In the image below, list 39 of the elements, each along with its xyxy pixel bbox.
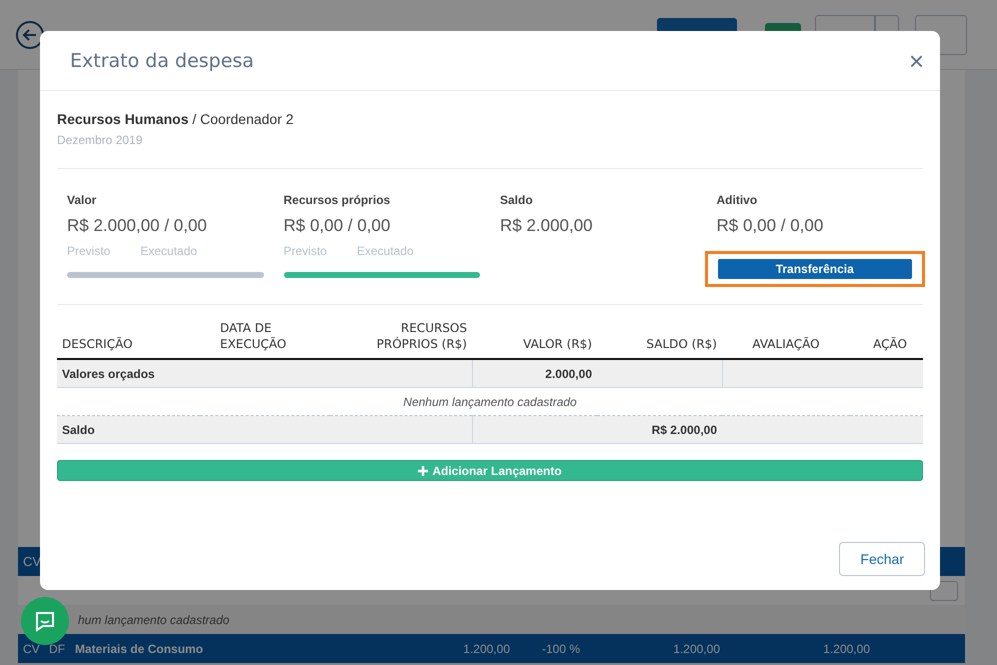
stat-label: Recursos próprios	[284, 193, 390, 207]
stat-label: Valor	[67, 193, 96, 207]
stat-label: Saldo	[500, 193, 533, 207]
column-header: AVALIAÇÃO	[752, 337, 820, 352]
group-code: CV	[23, 642, 41, 656]
empty-message: Nenhum lançamento cadastrado	[403, 394, 577, 409]
stat-label: Aditivo	[716, 193, 758, 207]
table-cell-text: -100 %	[540, 642, 580, 656]
stat-sublabel: Previsto	[284, 244, 327, 258]
stat-amount: R$ 0,00 / 0,00	[716, 216, 824, 236]
table-cell: 2.000,00	[545, 366, 592, 381]
column-header: AÇÃO	[873, 337, 907, 352]
stat-sublabel: Executado	[356, 244, 414, 258]
close-button[interactable]: ×	[904, 48, 928, 74]
column-header: DESCRIÇÃO	[62, 337, 133, 352]
close-dialog-button[interactable]: Fechar	[839, 542, 925, 576]
table-cell-text: 1.200,00	[822, 642, 870, 656]
modal-title: Extrato da despesa	[70, 50, 254, 72]
table-cell: R$ 2.000,00	[652, 422, 717, 437]
row-label: Saldo	[62, 422, 95, 437]
date-label: Dezembro 2019	[57, 133, 142, 147]
stat-sublabel: Executado	[140, 244, 198, 258]
stat-amount: R$ 0,00 / 0,00	[284, 216, 390, 236]
column-header: SALDO (R$)	[646, 337, 717, 352]
group-label: Materiais de Consumo	[75, 642, 204, 656]
transfer-button[interactable]: Transferência	[718, 259, 912, 279]
stat-amount: R$ 2.000,00 / 0,00	[67, 216, 207, 236]
section-code: CV	[23, 554, 42, 569]
table-cell-text: 1.200,00	[462, 642, 510, 656]
stat-sublabel: Previsto	[67, 244, 110, 258]
empty-message: hum lançamento cadastrado	[78, 612, 230, 626]
stat-amount: R$ 2.000,00	[500, 216, 593, 236]
group-code: DF	[49, 642, 66, 656]
column-header: DATA DE EXECUÇÃO	[220, 321, 286, 352]
column-header: VALOR (R$)	[523, 337, 592, 352]
table-cell-text: 1.200,00	[672, 642, 720, 656]
breadcrumb: Recursos Humanos / Coordenador 2	[57, 111, 294, 127]
row-label: Valores orçados	[62, 366, 155, 381]
column-header: RECURSOS PRÓPRIOS (R$)	[376, 321, 467, 352]
